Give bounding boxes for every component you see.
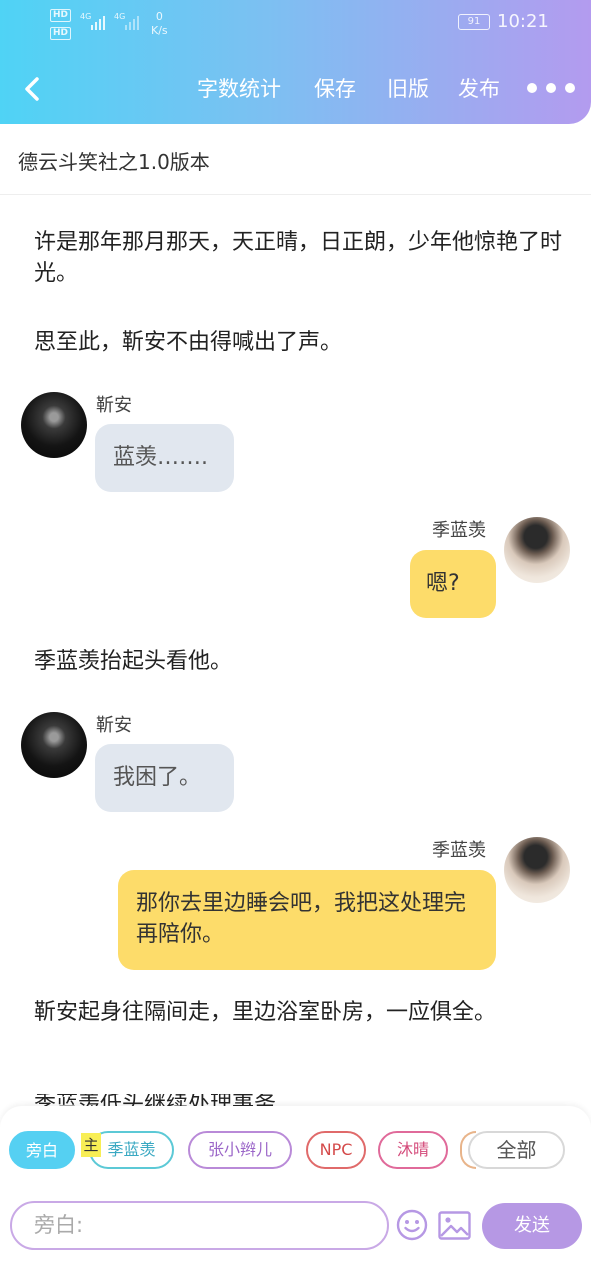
emoji-icon[interactable] xyxy=(396,1209,428,1241)
role-chip-mu[interactable]: 沐晴 xyxy=(378,1131,448,1169)
message-input[interactable]: 旁白: xyxy=(10,1201,389,1250)
divider xyxy=(0,194,591,195)
message-bubble[interactable]: 嗯? xyxy=(410,550,496,618)
speaker-name: 季蓝羡 xyxy=(432,840,486,861)
role-chip-zhang[interactable]: 张小辫儿 xyxy=(188,1131,292,1169)
narration-text: 靳安起身往隔间走，里边浴室卧房，一应俱全。 xyxy=(34,1000,497,1025)
more-icon[interactable] xyxy=(527,83,575,93)
editor-screen: HD HD 4G 4G 0 K/s 91 10:21 字数统计 保存 旧版 发布… xyxy=(0,0,591,1280)
status-bar: HD HD 4G 4G 0 K/s 91 10:21 xyxy=(0,0,591,48)
hd-badge: HD xyxy=(50,27,72,40)
network-label: 4G xyxy=(114,12,126,21)
speaker-name: 季蓝羡 xyxy=(432,520,486,541)
save-button[interactable]: 保存 xyxy=(314,74,356,104)
avatar[interactable] xyxy=(504,837,570,903)
hd-badge: HD xyxy=(50,9,72,22)
role-chip-ji[interactable]: 季蓝羡 xyxy=(89,1131,174,1169)
image-icon[interactable] xyxy=(438,1211,471,1240)
network-label: 4G xyxy=(80,12,92,21)
publish-button[interactable]: 发布 xyxy=(458,74,500,104)
narration-text: 许是那年那月那天，天正晴，日正朗，少年他惊艳了时光。 xyxy=(34,230,563,286)
signal-icon xyxy=(91,14,109,30)
message-bubble[interactable]: 我困了。 xyxy=(95,744,234,812)
avatar[interactable] xyxy=(504,517,570,583)
clock: 10:21 xyxy=(497,11,549,32)
role-chip-narrator[interactable]: 旁白 xyxy=(9,1131,75,1169)
avatar[interactable] xyxy=(21,712,87,778)
role-chip-npc[interactable]: NPC xyxy=(306,1131,366,1169)
speaker-name: 靳安 xyxy=(96,715,132,736)
message-bubble[interactable]: 蓝羡……. xyxy=(95,424,234,492)
word-count-button[interactable]: 字数统计 xyxy=(197,74,281,104)
signal-icon xyxy=(125,14,143,30)
back-arrow-icon[interactable] xyxy=(18,74,48,104)
send-button[interactable]: 发送 xyxy=(482,1203,582,1249)
battery-icon: 91 xyxy=(458,14,490,30)
network-speed: 0 K/s xyxy=(151,10,168,37)
app-header: HD HD 4G 4G 0 K/s 91 10:21 字数统计 保存 旧版 发布 xyxy=(0,0,591,124)
narration-text: 季蓝羡抬起头看他。 xyxy=(34,649,233,674)
main-role-badge: 主 xyxy=(81,1133,101,1157)
avatar[interactable] xyxy=(21,392,87,458)
message-bubble[interactable]: 那你去里边睡会吧，我把这处理完再陪你。 xyxy=(118,870,496,970)
speaker-name: 靳安 xyxy=(96,395,132,416)
document-title[interactable]: 德云斗笑社之1.0版本 xyxy=(18,146,210,175)
narration-text: 思至此，靳安不由得喊出了声。 xyxy=(34,330,343,355)
old-version-button[interactable]: 旧版 xyxy=(387,74,429,104)
all-roles-button[interactable]: 全部 xyxy=(468,1131,565,1169)
